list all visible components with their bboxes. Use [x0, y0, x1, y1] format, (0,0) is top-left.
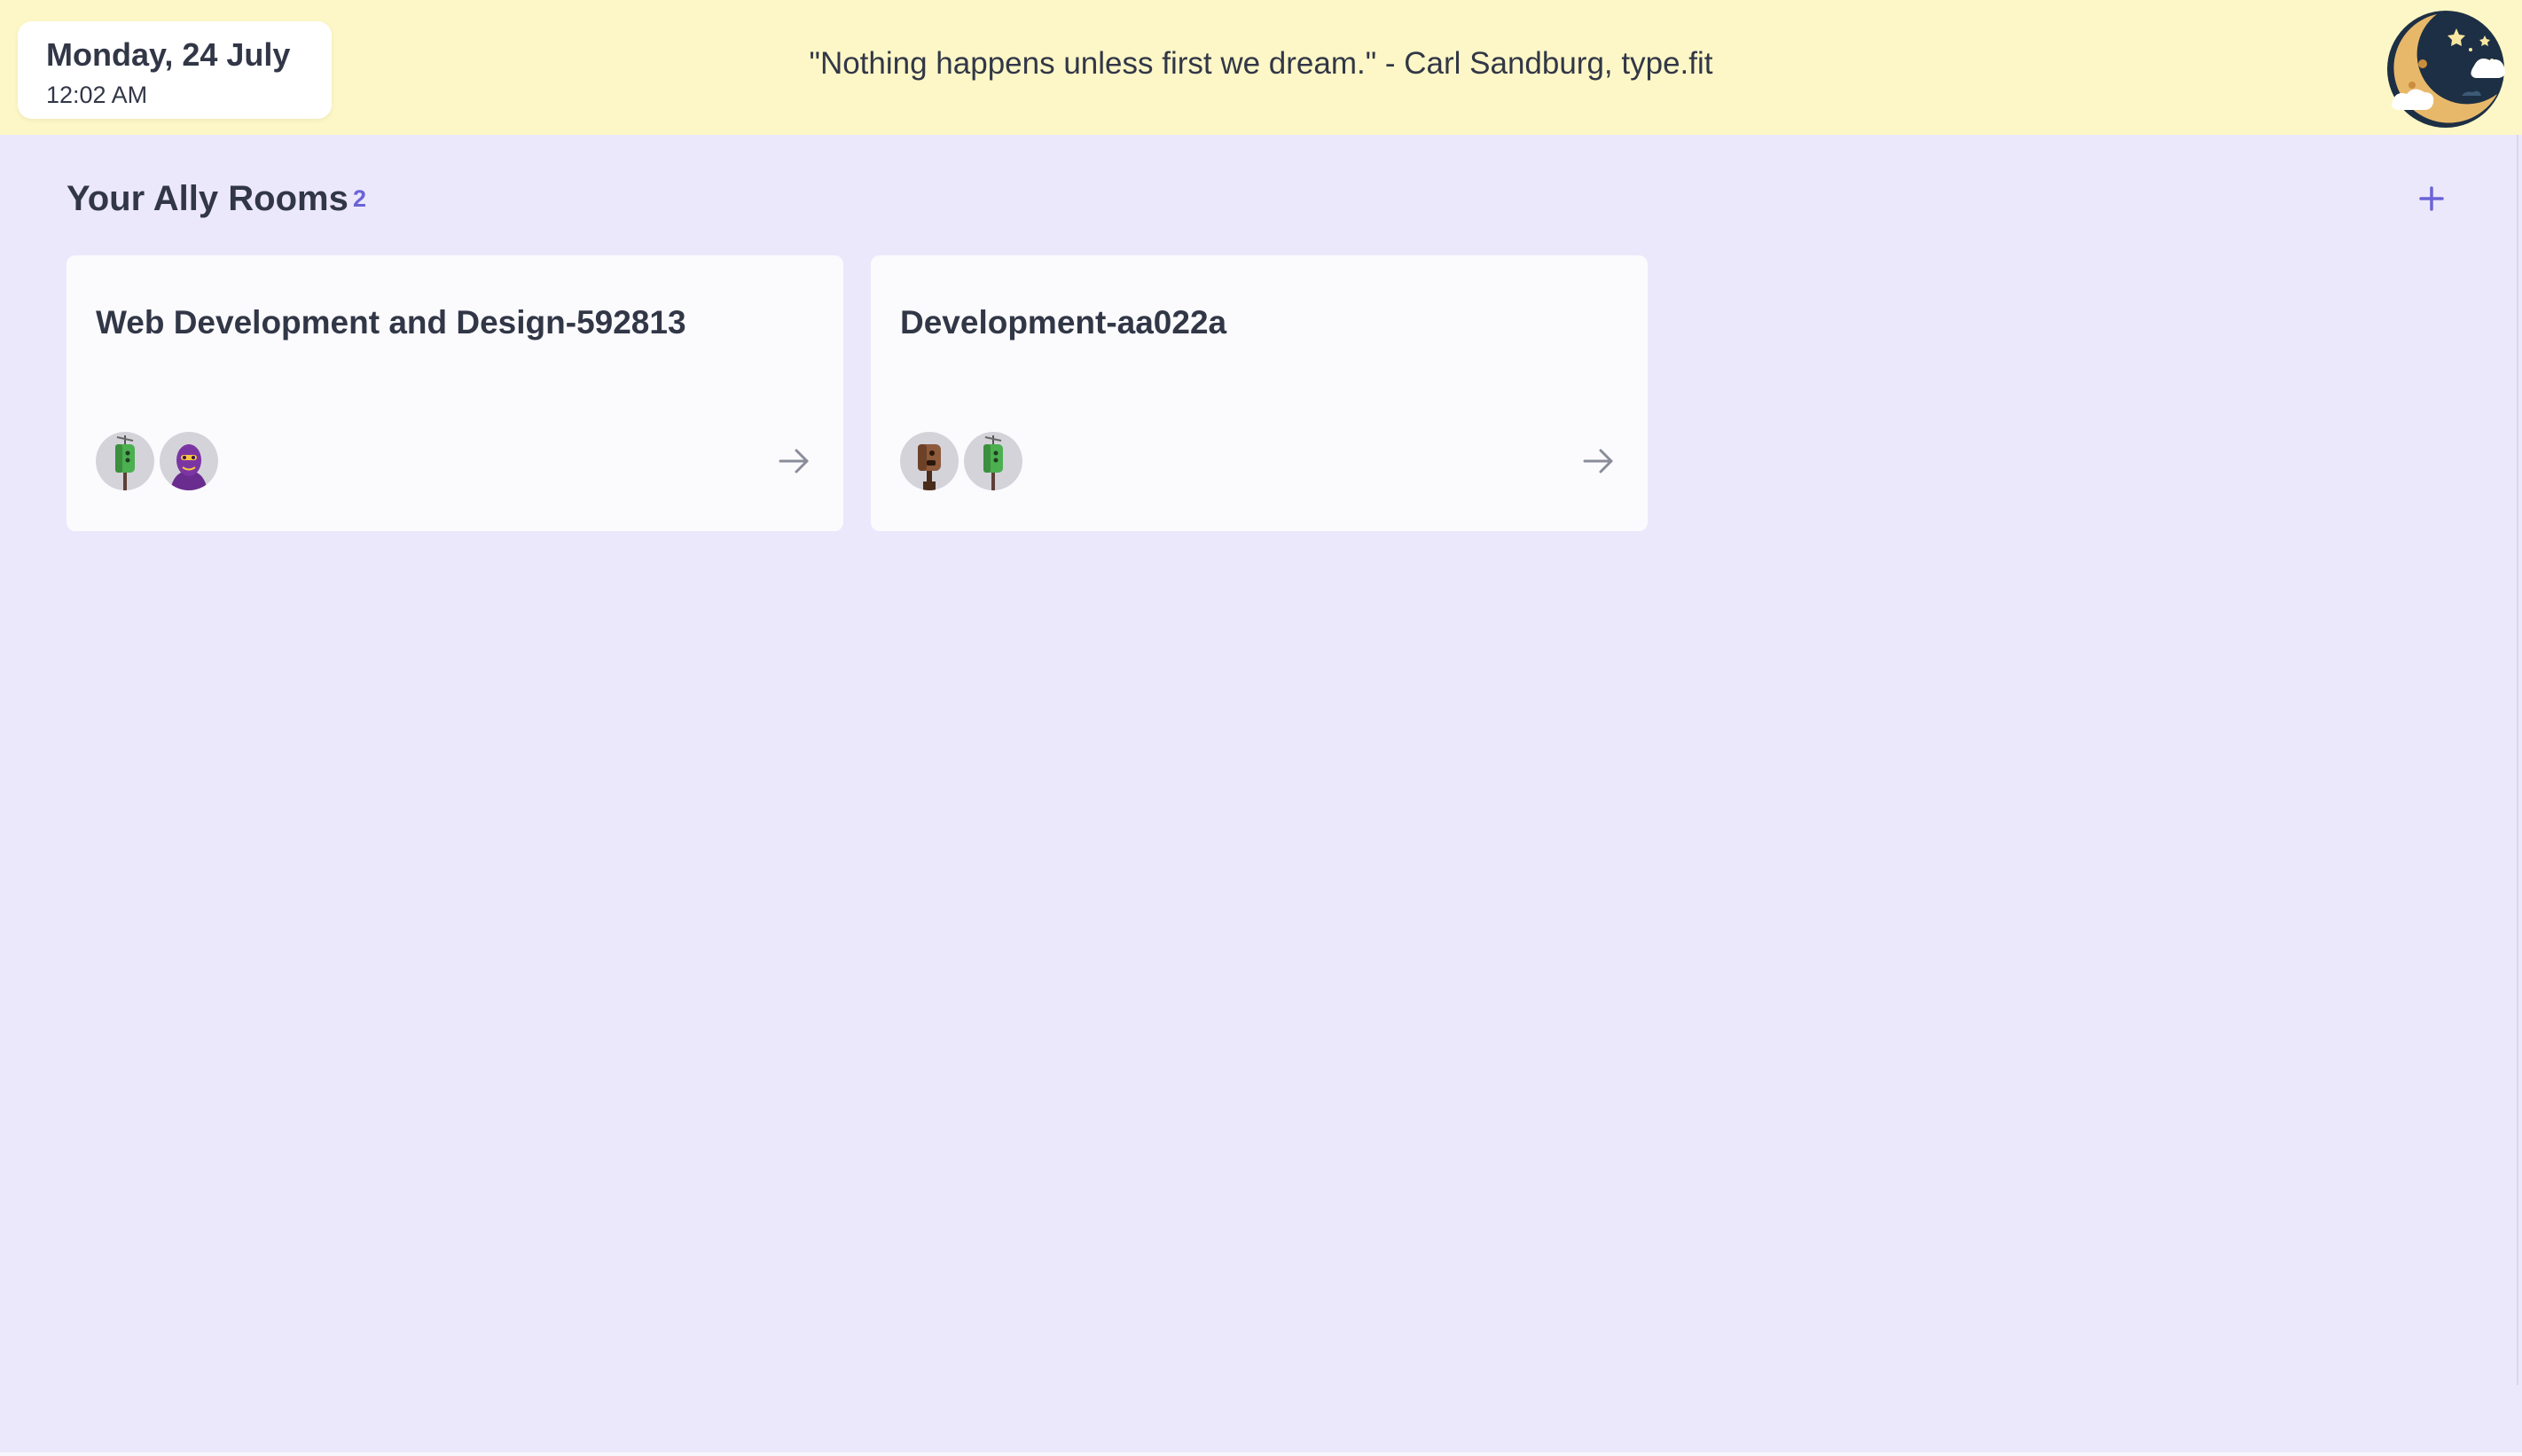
- arrow-right-icon: [1583, 449, 1613, 474]
- purple-monster-avatar: [160, 432, 218, 490]
- page-edge-divider: [2517, 135, 2518, 1385]
- add-room-button[interactable]: [2412, 176, 2451, 222]
- room-name: Development-aa022a: [900, 304, 1227, 341]
- open-room-button[interactable]: [775, 442, 814, 481]
- arrow-right-icon: [779, 449, 809, 474]
- brown-robot-avatar: [900, 432, 959, 490]
- room-card[interactable]: Development-aa022a: [871, 255, 1648, 531]
- room-name: Web Development and Design-592813: [96, 304, 686, 341]
- room-count-badge: 2: [353, 185, 367, 212]
- page-bottom-edge: [0, 1452, 2522, 1456]
- green-robot-avatar: [964, 432, 1022, 490]
- room-card[interactable]: Web Development and Design-592813: [67, 255, 843, 531]
- moon-night-icon: [2385, 9, 2506, 129]
- green-robot-avatar: [96, 432, 154, 490]
- plus-icon: [2419, 186, 2444, 211]
- section-title: Your Ally Rooms: [67, 179, 349, 218]
- daily-quote: "Nothing happens unless first we dream."…: [809, 46, 1713, 81]
- open-room-button[interactable]: [1579, 442, 1618, 481]
- top-bar: Monday, 24 July 12:02 AM "Nothing happen…: [0, 0, 2522, 135]
